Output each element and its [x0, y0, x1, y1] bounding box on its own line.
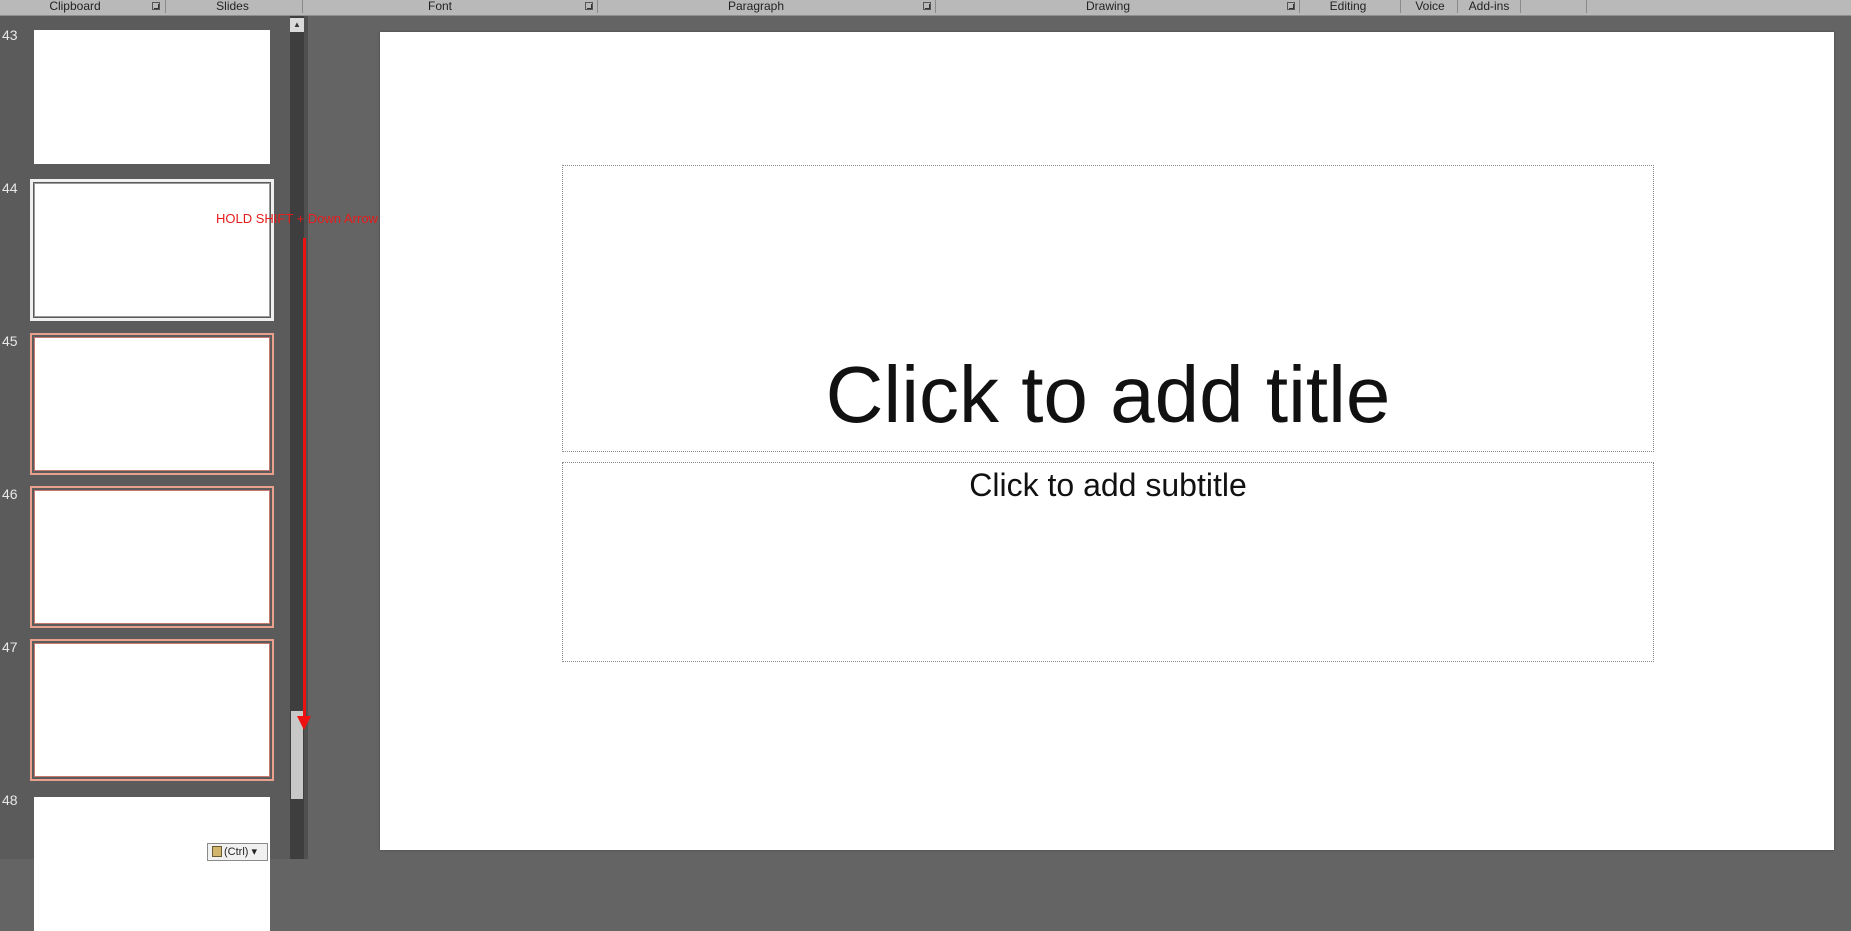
slide-number: 44 [2, 180, 18, 196]
subtitle-placeholder-text: Click to add subtitle [969, 467, 1247, 503]
title-placeholder[interactable]: Click to add title [562, 165, 1654, 452]
ribbon-separator [1520, 0, 1521, 13]
ribbon-group-voice: Voice [1415, 0, 1445, 13]
ribbon-separator [1586, 0, 1587, 13]
ribbon-group-add-ins: Add-ins [1468, 0, 1510, 13]
slide-thumbnail-45[interactable] [30, 333, 274, 475]
slide-number: 45 [2, 333, 18, 349]
slide-thumbnail-47[interactable] [30, 639, 274, 781]
slide-thumbnail-44[interactable] [30, 179, 274, 321]
ribbon-group-font: Font [427, 0, 452, 13]
slide-number: 48 [2, 792, 18, 808]
ribbon-separator [302, 0, 303, 13]
ribbon-separator [935, 0, 936, 13]
thumbnail-scrollbar[interactable]: ▲ [290, 16, 304, 859]
paste-options-label: (Ctrl) ▾ [224, 846, 258, 858]
ribbon-group-clipboard: Clipboard [49, 0, 101, 13]
slide-thumbnail-pane[interactable]: 43 44 45 46 47 48 [0, 16, 291, 931]
slide-canvas[interactable]: Click to add title Click to add subtitle [380, 32, 1834, 850]
arrow-down-icon [297, 716, 311, 730]
subtitle-placeholder[interactable]: Click to add subtitle [562, 462, 1654, 662]
ribbon-separator [1457, 0, 1458, 13]
ribbon-separator [1400, 0, 1401, 13]
slide-thumbnail-43[interactable] [34, 30, 270, 164]
scroll-up-arrow-icon[interactable]: ▲ [290, 18, 304, 32]
font-dialog-launcher-icon[interactable] [585, 2, 593, 10]
ribbon-group-bar: Clipboard Slides Font Paragraph Drawing … [0, 0, 1851, 16]
ribbon-separator [1299, 0, 1300, 13]
paste-options-button[interactable]: (Ctrl) ▾ [207, 843, 268, 861]
clipboard-dialog-launcher-icon[interactable] [152, 2, 160, 10]
slide-number: 47 [2, 639, 18, 655]
ribbon-group-editing: Editing [1329, 0, 1367, 13]
clipboard-icon [212, 846, 222, 857]
slide-number: 46 [2, 486, 18, 502]
ribbon-group-paragraph: Paragraph [727, 0, 785, 13]
annotation-arrow-line [303, 238, 306, 718]
ribbon-separator [165, 0, 166, 13]
ribbon-group-drawing: Drawing [1085, 0, 1130, 13]
paragraph-dialog-launcher-icon[interactable] [923, 2, 931, 10]
title-placeholder-text: Click to add title [825, 350, 1391, 439]
slide-thumbnail-48[interactable] [34, 797, 270, 931]
ribbon-separator [597, 0, 598, 13]
drawing-dialog-launcher-icon[interactable] [1287, 2, 1295, 10]
ribbon-group-slides: Slides [216, 0, 249, 13]
annotation-label: HOLD SHIFT + Down Arrow [216, 211, 378, 226]
slide-thumbnail-46[interactable] [30, 486, 274, 628]
slide-number: 43 [2, 27, 18, 43]
